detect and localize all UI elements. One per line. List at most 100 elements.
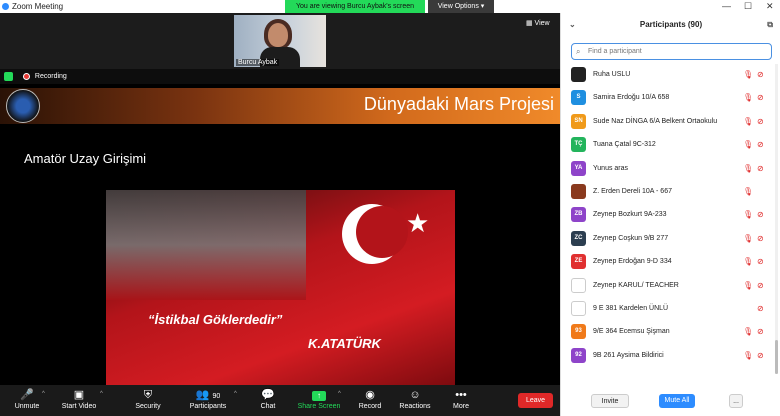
participant-avatar: ZC: [571, 230, 586, 246]
participant-name: Samira Erdoğu 10/A 658: [593, 94, 670, 102]
slide-subtitle: Amatör Uzay Girişimi: [24, 151, 147, 166]
reactions-button[interactable]: ☺ Reactions: [390, 388, 440, 415]
scrollbar-thumb[interactable]: [775, 340, 778, 374]
video-off-icon: ⊘: [757, 163, 764, 173]
participant-search-input[interactable]: ⌕ Find a participant: [571, 43, 772, 60]
slide-image: ★ “İstikbal Göklerdedir” K.ATATÜRK: [106, 190, 455, 388]
participant-name: Zeynep Coşkun 9/B 277: [593, 234, 669, 242]
participant-row[interactable]: TÇ Tuana Çatal 9C-312 🎙 ⊘: [561, 134, 777, 157]
chat-label: Chat: [260, 403, 276, 410]
video-off-icon: ▣: [73, 389, 85, 401]
participant-row[interactable]: SN Sude Naz DİNGA 6/A Belkent Ortaokulu 🎙 ⊘: [561, 111, 777, 134]
participant-name: 9 E 381 Kardelen ÜNLÜ: [593, 305, 669, 312]
security-button[interactable]: ⛨ Security: [123, 388, 173, 415]
view-button[interactable]: ▦ View: [526, 18, 554, 29]
chat-button[interactable]: 💬 Chat: [243, 388, 293, 415]
reactions-icon: ☺: [409, 389, 421, 401]
participant-name: Yunus aras: [593, 164, 629, 172]
zoom-meeting-window: Zoom Meeting — ☐ ✕ You are viewing Burcu…: [0, 0, 780, 416]
video-off-icon: ⊘: [757, 304, 764, 313]
leave-button[interactable]: Leave: [518, 393, 553, 408]
participant-row[interactable]: YA Yunus aras 🎙 ⊘: [561, 158, 777, 181]
participant-row[interactable]: ZB Zeynep Bozkurt 9A-233 🎙 ⊘: [561, 204, 777, 227]
video-off-icon: ⊘: [757, 233, 764, 243]
panel-more-button[interactable]: ...: [729, 394, 743, 408]
participants-scrollbar[interactable]: [775, 64, 778, 374]
close-window-button[interactable]: ✕: [766, 0, 774, 13]
slide-title: Dünyadaki Mars Projesi: [363, 94, 554, 114]
video-off-icon: ⊘: [757, 140, 764, 150]
invite-button[interactable]: Invite: [591, 394, 629, 408]
participant-avatar: S: [571, 90, 586, 106]
participants-label: Participants: [189, 403, 227, 410]
video-off-icon: ⊘: [757, 70, 764, 79]
participant-row[interactable]: Ruha USLU 🎙 ⊘: [561, 64, 777, 87]
participant-name: 9B 261 Aysima Bildirici: [593, 351, 664, 359]
participants-count: 90: [212, 393, 221, 400]
participant-row[interactable]: Zeynep KARUL/ TEACHER 🎙 ⊘: [561, 275, 777, 298]
collapse-panel-icon[interactable]: ⌄: [569, 13, 576, 37]
muted-mic-icon: 🎙: [743, 93, 754, 103]
reactions-label: Reactions: [399, 403, 431, 410]
speaker-strip: Burcu Aybak ▦ View: [0, 13, 560, 69]
participants-list: Ruha USLU 🎙 ⊘ S Samira Erdoğu 10/A 658 🎙 ⊘ SN Su…: [561, 64, 777, 374]
participant-row[interactable]: Z. Erden Dereli 10A - 667 🎙: [561, 181, 777, 204]
minimize-button[interactable]: —: [722, 0, 731, 13]
historical-figures-image: [106, 190, 306, 300]
video-area: Burcu Aybak ▦ View Recording Dünyadaki M…: [0, 13, 560, 398]
record-label: Record: [358, 403, 382, 410]
shared-screen-slide: Dünyadaki Mars Projesi Amatör Uzay Giriş…: [0, 84, 560, 398]
video-off-icon: ⊘: [757, 350, 764, 360]
muted-mic-icon: 🎙: [743, 233, 754, 243]
participant-name: Zeynep Erdoğan 9-D 334: [593, 258, 672, 266]
slide-header-bar: Dünyadaki Mars Projesi: [0, 88, 560, 124]
video-options-caret-icon[interactable]: ^: [100, 391, 103, 397]
start-video-button[interactable]: ▣ Start Video: [54, 388, 104, 415]
participant-name: Tuana Çatal 9C-312: [593, 141, 656, 149]
mute-all-button[interactable]: Mute All: [659, 394, 695, 408]
muted-mic-icon: 🎙: [743, 350, 754, 360]
participant-row[interactable]: ZE Zeynep Erdoğan 9-D 334 🎙 ⊘: [561, 251, 777, 274]
participants-panel-footer: Invite Mute All ...: [561, 391, 777, 413]
participant-name: Z. Erden Dereli 10A - 667: [593, 188, 672, 195]
shield-icon: ⛨: [143, 389, 153, 401]
speaker-video-tile[interactable]: Burcu Aybak: [234, 15, 326, 67]
maximize-button[interactable]: ☐: [744, 0, 752, 13]
participant-avatar: [571, 67, 586, 82]
share-screen-button[interactable]: ↑ Share Screen: [294, 388, 344, 415]
flag-star-icon: ★: [406, 208, 430, 238]
participants-panel-header: ⌄ Participants (90) ⧉: [561, 13, 780, 37]
participant-row[interactable]: S Samira Erdoğu 10/A 658 🎙 ⊘: [561, 87, 777, 110]
meeting-toolbar: 🎤 Unmute ^ ▣ Start Video ^ ⛨ Security 👥 …: [0, 385, 560, 416]
slide-quote-author: K.ATATÜRK: [308, 336, 381, 351]
more-button[interactable]: ••• More: [436, 388, 486, 415]
video-off-icon: ⊘: [757, 257, 764, 267]
video-off-icon: ⊘: [757, 280, 764, 290]
record-button[interactable]: ◉ Record: [345, 388, 395, 415]
view-options-button[interactable]: View Options ▾: [428, 0, 494, 13]
share-screen-icon-wrap: ↑: [294, 388, 344, 402]
participant-name: Zeynep Bozkurt 9A-233: [593, 211, 667, 219]
participant-avatar: SN: [571, 113, 586, 129]
share-options-caret-icon[interactable]: ^: [338, 391, 341, 397]
participant-row[interactable]: 92 9B 261 Aysima Bildirici 🎙 ⊘: [561, 345, 777, 368]
recording-dot-icon: [22, 72, 30, 80]
audio-options-caret-icon[interactable]: ^: [42, 391, 45, 397]
panel-popout-icon[interactable]: ⧉: [767, 13, 773, 37]
participants-button[interactable]: 👥 90 Participants: [183, 388, 233, 415]
participants-icon: 👥 90: [195, 389, 221, 401]
participant-avatar: [571, 301, 586, 316]
participant-name: Sude Naz DİNGA 6/A Belkent Ortaokulu: [593, 117, 718, 125]
project-logo: [6, 89, 40, 123]
participant-row[interactable]: 9 E 381 Kardelen ÜNLÜ ⊘: [561, 298, 777, 321]
muted-mic-icon: 🎙: [743, 327, 754, 337]
window-title: Zoom Meeting: [12, 2, 64, 11]
participant-avatar: 93: [571, 324, 586, 340]
video-off-icon: ⊘: [757, 327, 764, 337]
participants-caret-icon[interactable]: ^: [234, 391, 237, 397]
participant-row[interactable]: ZC Zeynep Coşkun 9/B 277 🎙 ⊘: [561, 228, 777, 251]
encryption-shield-icon[interactable]: [4, 71, 13, 81]
record-icon: ◉: [365, 389, 375, 401]
participant-row[interactable]: 93 9/E 364 Ecemsu Şişman 🎙 ⊘: [561, 321, 777, 344]
start-video-label: Start Video: [61, 403, 97, 410]
